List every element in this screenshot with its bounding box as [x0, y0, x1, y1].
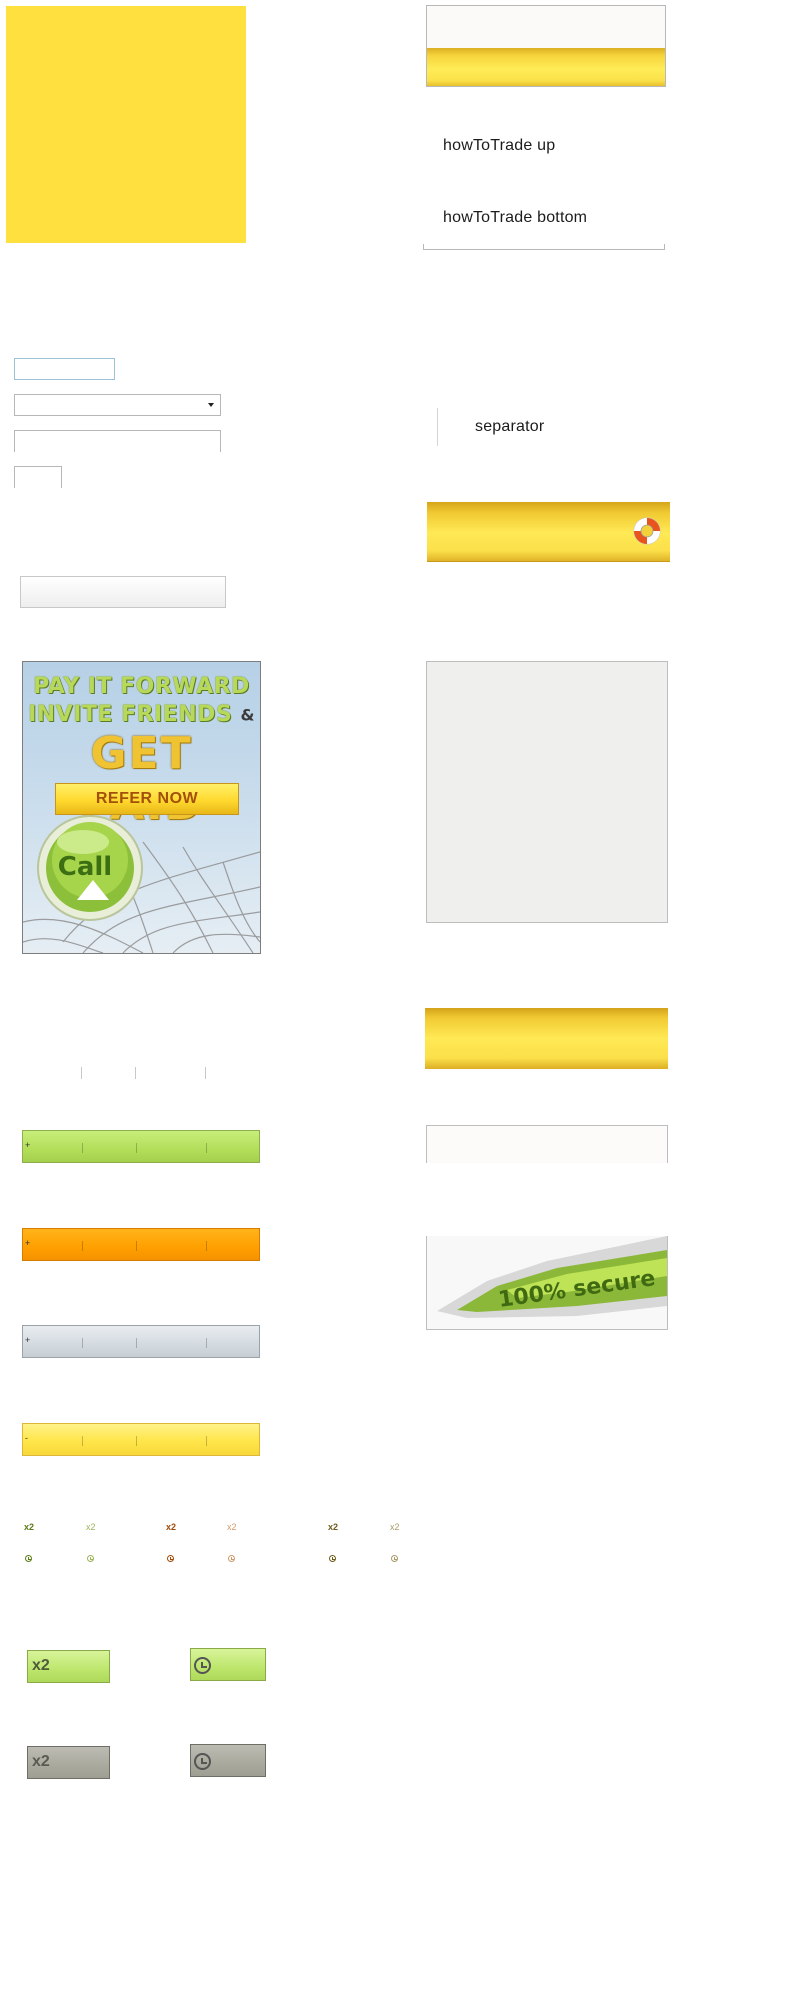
x2-icon[interactable]: x2	[328, 1522, 338, 1532]
bar-divider	[82, 1338, 83, 1348]
bar-divider	[82, 1436, 83, 1446]
clock-icon[interactable]	[228, 1555, 235, 1562]
bar-symbol: +	[25, 1238, 31, 1248]
bar-divider	[206, 1241, 207, 1251]
x2-button-green[interactable]: x2	[27, 1650, 110, 1683]
x2-icon[interactable]: x2	[227, 1522, 237, 1532]
how-to-trade-frame-bottom	[423, 244, 665, 250]
promo-ampersand: &	[240, 705, 255, 725]
yellow-bar[interactable]: -	[22, 1423, 260, 1456]
referral-banner[interactable]: PAY IT FORWARD INVITE FRIENDS & GET PAID…	[22, 661, 261, 954]
bar-divider	[82, 1143, 83, 1153]
x2-button-gray[interactable]: x2	[27, 1746, 110, 1779]
x2-icon[interactable]: x2	[86, 1522, 96, 1532]
gold-bar	[425, 1008, 668, 1069]
tick-mark	[205, 1067, 206, 1079]
white-panel	[426, 1125, 668, 1163]
bar-divider	[206, 1338, 207, 1348]
call-button-art: Call	[23, 815, 260, 953]
clock-button-green[interactable]	[190, 1648, 266, 1681]
x2-label: x2	[32, 1753, 50, 1770]
gray-content-panel	[426, 661, 668, 923]
separator-label: separator	[475, 418, 545, 435]
gold-header-strip	[427, 48, 665, 86]
clock-icon[interactable]	[87, 1555, 94, 1562]
support-bar[interactable]	[427, 502, 670, 562]
clock-button-gray[interactable]	[190, 1744, 266, 1777]
clock-icon[interactable]	[329, 1555, 336, 1562]
bar-divider	[136, 1241, 137, 1251]
bar-symbol: +	[25, 1140, 31, 1150]
text-input-small[interactable]	[14, 466, 62, 488]
x2-icon[interactable]: x2	[390, 1522, 400, 1532]
how-to-trade-up-label: howToTrade up	[443, 137, 556, 154]
call-label: Call	[58, 852, 112, 882]
select-dropdown[interactable]	[14, 394, 221, 416]
secure-badge: 100% secure	[437, 1236, 667, 1318]
bar-divider	[136, 1338, 137, 1348]
text-input-focused[interactable]	[14, 358, 115, 380]
tick-mark	[135, 1067, 136, 1079]
bar-divider	[82, 1241, 83, 1251]
clock-icon	[194, 1753, 211, 1770]
refer-now-button[interactable]: REFER NOW	[55, 783, 239, 815]
bar-divider	[136, 1436, 137, 1446]
bar-divider	[206, 1143, 207, 1153]
tick-mark	[81, 1067, 82, 1079]
silver-bar[interactable]: +	[22, 1325, 260, 1358]
bar-divider	[206, 1436, 207, 1446]
yellow-color-block	[6, 6, 246, 243]
bar-divider	[136, 1143, 137, 1153]
vertical-separator-line	[437, 408, 438, 446]
how-to-trade-bottom-label: howToTrade bottom	[443, 209, 588, 226]
clock-icon	[194, 1657, 211, 1674]
x2-icon[interactable]: x2	[24, 1522, 34, 1532]
clock-icon[interactable]	[167, 1555, 174, 1562]
text-input-wide[interactable]	[14, 430, 221, 452]
clock-icon[interactable]	[391, 1555, 398, 1562]
orange-bar[interactable]: +	[22, 1228, 260, 1261]
white-button[interactable]	[20, 576, 226, 608]
promo-line-2: INVITE FRIENDS &	[23, 702, 260, 727]
clock-icon[interactable]	[25, 1555, 32, 1562]
promo-line-2-text: INVITE FRIENDS	[28, 702, 233, 727]
chevron-down-icon	[208, 403, 214, 407]
x2-icon[interactable]: x2	[166, 1522, 176, 1532]
promo-line-1: PAY IT FORWARD	[33, 674, 250, 699]
bar-symbol: -	[25, 1433, 28, 1443]
secure-badge-panel: 100% secure	[426, 1236, 668, 1330]
header-panel	[426, 5, 666, 87]
x2-label: x2	[32, 1657, 50, 1674]
green-bar[interactable]: +	[22, 1130, 260, 1163]
lifering-icon[interactable]	[631, 515, 663, 547]
bar-symbol: +	[25, 1335, 31, 1345]
